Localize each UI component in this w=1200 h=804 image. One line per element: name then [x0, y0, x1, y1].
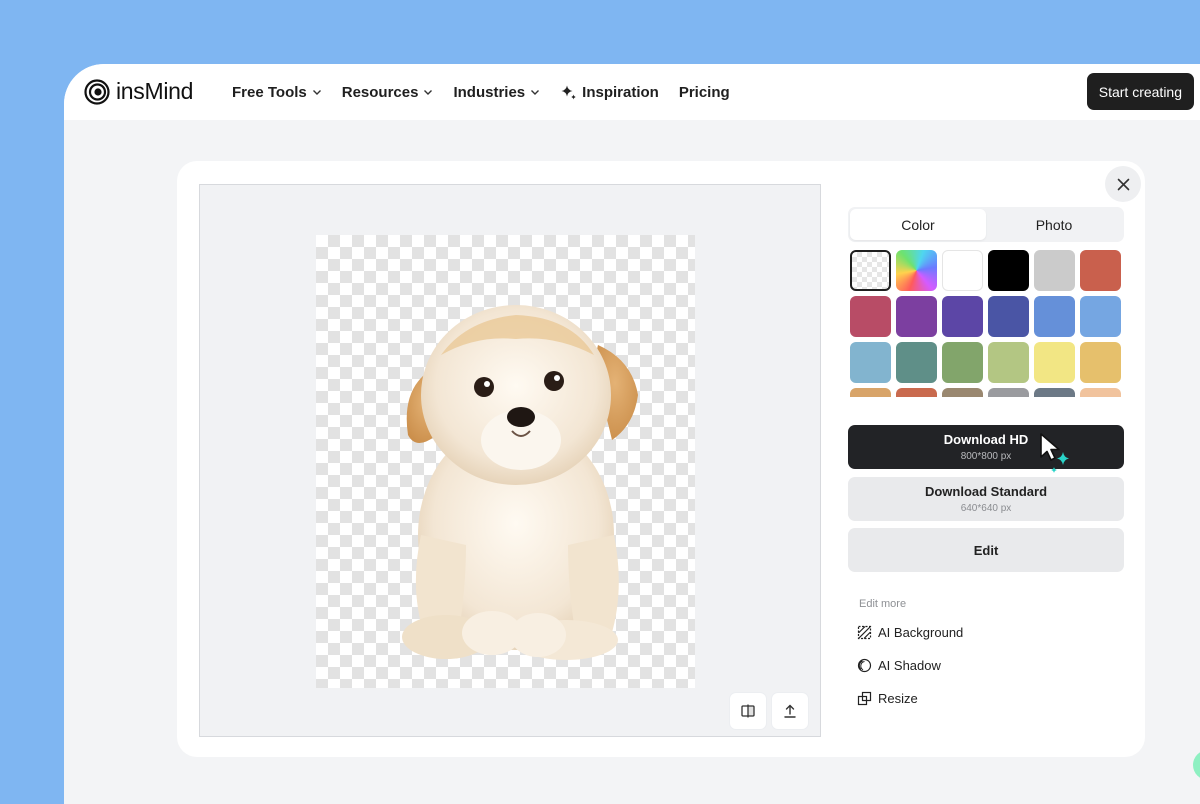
top-navigation: insMind Free Tools Resources Industries …: [64, 64, 1200, 120]
color-swatch[interactable]: [942, 342, 983, 383]
logo[interactable]: insMind: [84, 78, 193, 105]
color-swatch[interactable]: [988, 342, 1029, 383]
tab-photo[interactable]: Photo: [986, 209, 1122, 240]
nav-inspiration[interactable]: Inspiration: [560, 84, 659, 101]
nav-industries[interactable]: Industries: [453, 84, 540, 101]
download-hd-size: 800*800 px: [960, 451, 1012, 462]
mouse-pointer-icon: [1040, 433, 1069, 473]
color-swatch[interactable]: [850, 342, 891, 383]
start-creating-button[interactable]: Start creating: [1086, 73, 1194, 110]
options-panel: Color Photo Download HD 800*800 px Downl…: [848, 207, 1124, 706]
color-swatch[interactable]: [988, 296, 1029, 337]
color-swatch[interactable]: [1080, 250, 1121, 291]
nav-industries-label: Industries: [453, 83, 526, 101]
color-swatch[interactable]: [1034, 296, 1075, 337]
upload-icon: [784, 704, 796, 718]
compare-icon: [741, 704, 755, 718]
chevron-down-icon: [312, 90, 321, 95]
edit-more-heading: Edit more: [859, 598, 907, 610]
color-swatch[interactable]: [1034, 388, 1075, 397]
ai-background-label: AI Background: [878, 625, 964, 640]
chevron-down-icon: [424, 90, 433, 95]
nav-free-tools-label: Free Tools: [232, 83, 307, 101]
color-swatch[interactable]: [850, 388, 891, 397]
upload-button[interactable]: [772, 693, 808, 729]
puppy-image: [402, 305, 638, 660]
download-modal: Color Photo Download HD 800*800 px Downl…: [177, 161, 1145, 757]
nav-resources[interactable]: Resources: [342, 84, 434, 101]
resize-icon: [857, 691, 872, 706]
transparent-canvas: [316, 235, 695, 688]
color-swatch[interactable]: [1034, 342, 1075, 383]
close-button[interactable]: [1105, 166, 1141, 202]
color-swatch-grid: [848, 249, 1124, 397]
image-preview: [199, 184, 821, 737]
insmind-logo-icon: [84, 78, 110, 105]
sparkle-icon: [561, 85, 577, 99]
resize-link[interactable]: Resize: [857, 691, 918, 706]
nav-pricing[interactable]: Pricing: [679, 84, 730, 101]
color-swatch[interactable]: [896, 388, 937, 397]
ai-background-link[interactable]: AI Background: [857, 625, 963, 640]
download-hd-label: Download HD: [943, 432, 1029, 447]
color-swatch[interactable]: [850, 296, 891, 337]
nav-inspiration-label: Inspiration: [582, 83, 659, 101]
download-hd-button[interactable]: Download HD 800*800 px: [848, 425, 1124, 469]
color-swatch[interactable]: [942, 296, 983, 337]
edit-button[interactable]: Edit: [848, 528, 1124, 572]
color-swatch[interactable]: [896, 342, 937, 383]
download-standard-label: Download Standard: [924, 484, 1048, 499]
background-tabs: Color Photo: [848, 207, 1124, 242]
color-swatch[interactable]: [850, 250, 891, 291]
color-swatch[interactable]: [896, 296, 937, 337]
color-swatch[interactable]: [1080, 296, 1121, 337]
resize-label: Resize: [878, 691, 918, 706]
color-swatch[interactable]: [942, 250, 983, 291]
download-standard-button[interactable]: Download Standard 640*640 px: [848, 477, 1124, 521]
color-swatch[interactable]: [988, 250, 1029, 291]
color-swatch[interactable]: [1034, 250, 1075, 291]
tab-color[interactable]: Color: [850, 209, 986, 240]
color-swatch[interactable]: [942, 388, 983, 397]
nav-menu: Free Tools Resources Industries Inspirat…: [232, 64, 730, 120]
color-swatch[interactable]: [1080, 388, 1121, 397]
close-icon: [1117, 178, 1129, 190]
ai-background-icon: [857, 625, 872, 640]
ai-shadow-label: AI Shadow: [878, 658, 941, 673]
color-swatch[interactable]: [1080, 342, 1121, 383]
chevron-down-icon: [531, 90, 540, 95]
color-swatch[interactable]: [896, 250, 937, 291]
compare-button[interactable]: [730, 693, 766, 729]
nav-pricing-label: Pricing: [678, 83, 730, 101]
nav-free-tools[interactable]: Free Tools: [232, 84, 322, 101]
color-swatch[interactable]: [988, 388, 1029, 397]
brand-name: insMind: [116, 78, 194, 104]
ai-shadow-icon: [857, 658, 872, 673]
ai-shadow-link[interactable]: AI Shadow: [857, 658, 941, 673]
download-standard-size: 640*640 px: [960, 503, 1012, 514]
nav-resources-label: Resources: [341, 83, 419, 101]
